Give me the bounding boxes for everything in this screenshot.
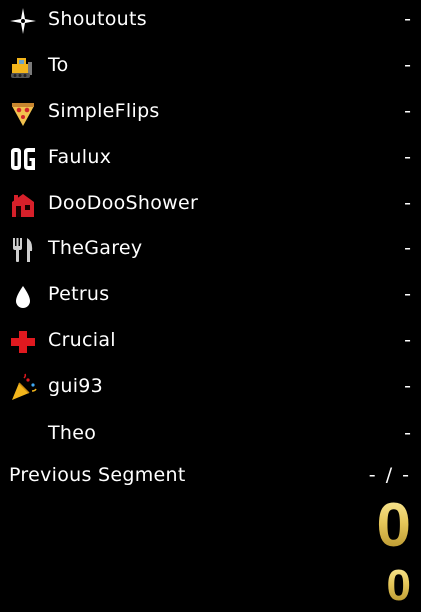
split-time: - <box>404 237 411 259</box>
split-row[interactable]: SimpleFlips - <box>0 92 421 132</box>
pizza-icon <box>8 98 38 128</box>
split-name: Petrus <box>48 283 110 305</box>
main-timer: 0 <box>376 491 411 560</box>
split-time: - <box>404 8 411 30</box>
split-row[interactable]: gui93 - <box>0 367 421 407</box>
sparkle-icon <box>8 6 38 36</box>
water-drop-icon <box>8 281 38 311</box>
split-time: - <box>404 329 411 351</box>
segment-timer: 0 <box>386 561 411 610</box>
fork-knife-icon <box>8 235 38 265</box>
split-row[interactable]: Crucial - <box>0 321 421 361</box>
split-row[interactable]: Shoutouts - <box>0 0 421 40</box>
red-cross-icon <box>8 327 38 357</box>
split-name: gui93 <box>48 375 104 397</box>
split-name: DooDooShower <box>48 192 199 214</box>
split-name: To <box>48 54 69 76</box>
split-time: - <box>404 375 411 397</box>
split-row[interactable]: Petrus - <box>0 275 421 315</box>
split-name: TheGarey <box>48 237 143 259</box>
split-time: - <box>404 192 411 214</box>
split-time: - <box>404 283 411 305</box>
split-name: Crucial <box>48 329 116 351</box>
party-popper-icon <box>8 373 38 403</box>
house-icon <box>8 190 38 220</box>
bulldozer-icon <box>8 52 38 82</box>
split-name: SimpleFlips <box>48 100 160 122</box>
split-name: Faulux <box>48 146 112 168</box>
previous-segment-label: Previous Segment <box>9 464 186 486</box>
split-row[interactable]: DooDooShower - <box>0 184 421 224</box>
previous-segment-value: - / - <box>368 464 411 486</box>
split-row[interactable]: TheGarey - <box>0 229 421 269</box>
split-row[interactable]: Faulux - <box>0 138 421 178</box>
split-time: - <box>404 54 411 76</box>
previous-segment-row: Previous Segment - / - <box>0 462 421 492</box>
split-time: - <box>404 422 411 444</box>
split-time: - <box>404 146 411 168</box>
og-logo-icon <box>8 144 38 174</box>
split-row[interactable]: To - <box>0 46 421 86</box>
split-name: Theo <box>48 422 97 444</box>
blank-icon <box>8 420 38 450</box>
split-row[interactable]: Theo - <box>0 414 421 454</box>
split-name: Shoutouts <box>48 8 147 30</box>
split-time: - <box>404 100 411 122</box>
